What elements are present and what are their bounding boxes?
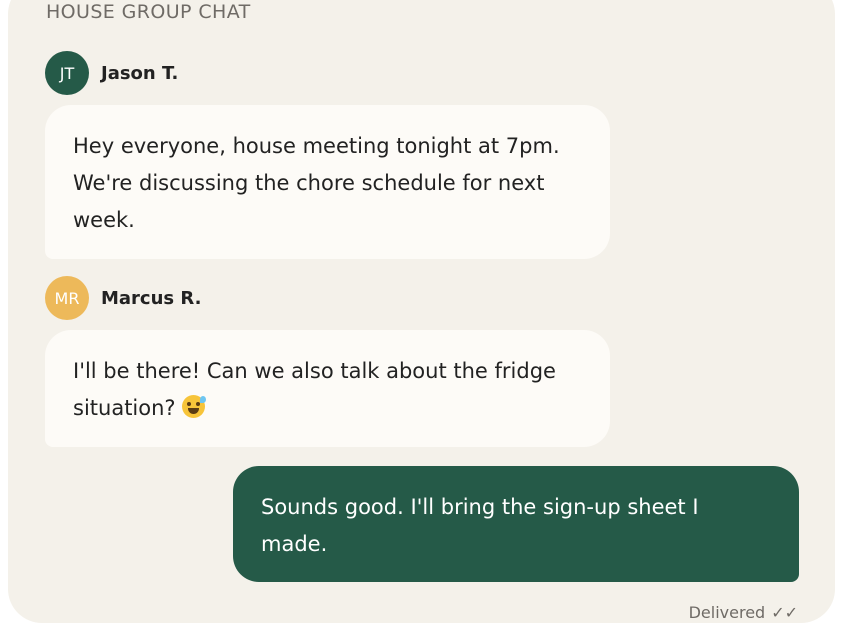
- sender-row-marcus: MR Marcus R.: [45, 276, 201, 320]
- message-bubble-incoming[interactable]: Hey everyone, house meeting tonight at 7…: [45, 105, 610, 259]
- grinning-sweat-emoji-icon: [182, 395, 207, 418]
- sender-name: Marcus R.: [101, 287, 202, 309]
- double-check-icon: ✓✓: [771, 603, 798, 622]
- message-text: Hey everyone, house meeting tonight at 7…: [73, 134, 560, 232]
- avatar-initials: JT: [59, 63, 75, 83]
- delivery-status: Delivered ✓✓: [689, 603, 798, 622]
- message-text: I'll be there! Can we also talk about th…: [73, 359, 556, 420]
- avatar-initials: MR: [54, 288, 80, 308]
- message-bubble-outgoing[interactable]: Sounds good. I'll bring the sign-up shee…: [233, 466, 799, 582]
- chat-title: HOUSE GROUP CHAT: [46, 1, 251, 23]
- avatar[interactable]: MR: [45, 276, 89, 320]
- delivery-status-label: Delivered: [688, 603, 766, 622]
- message-text: Sounds good. I'll bring the sign-up shee…: [261, 495, 699, 556]
- sender-row-jason: JT Jason T.: [45, 51, 178, 95]
- avatar[interactable]: JT: [45, 51, 89, 95]
- sender-name: Jason T.: [101, 62, 179, 84]
- message-bubble-incoming[interactable]: I'll be there! Can we also talk about th…: [45, 330, 610, 447]
